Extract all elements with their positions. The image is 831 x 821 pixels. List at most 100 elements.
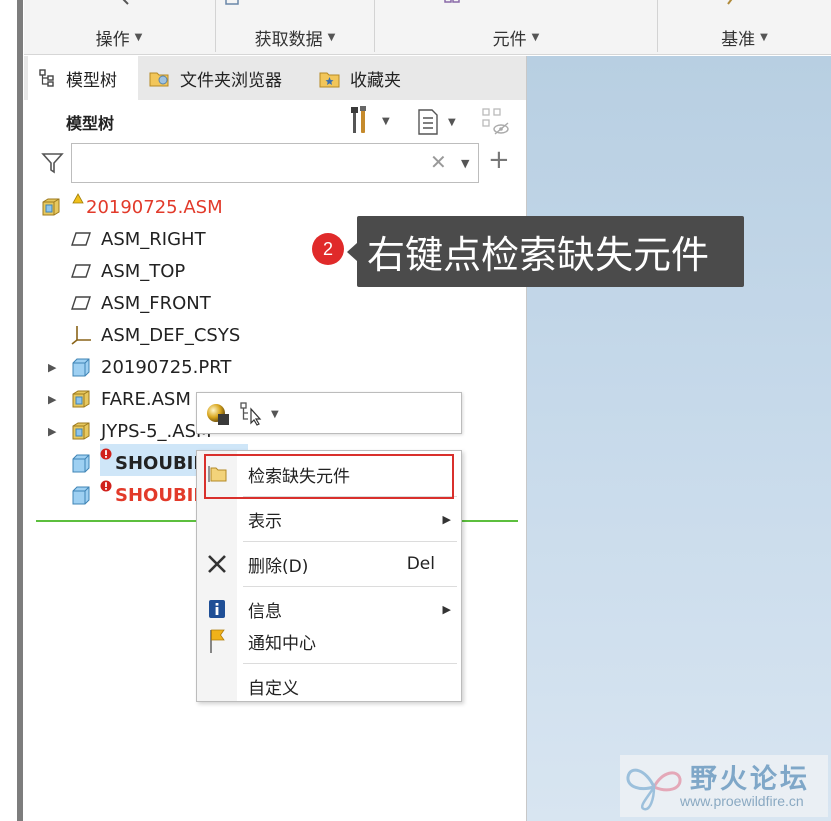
tree-item-missing-selected[interactable]: SHOUBIN	[24, 448, 208, 478]
caret-down-icon: ▼	[327, 31, 336, 43]
expand-arrow-icon[interactable]: ▶	[48, 425, 56, 438]
ribbon-group-label: 元件	[492, 29, 527, 50]
caret-down-icon: ▼	[134, 31, 143, 43]
watermark-url: www.proewildfire.cn	[680, 793, 804, 809]
filter-funnel-icon[interactable]	[40, 150, 66, 176]
ribbon-group-datum[interactable]: 基准 ▼	[658, 22, 831, 52]
menu-item-customize[interactable]: 自定义	[197, 671, 461, 701]
submenu-arrow-icon: ▶	[442, 512, 451, 526]
part-icon	[70, 357, 92, 377]
graphics-area[interactable]	[526, 56, 831, 821]
warning-triangle-icon	[72, 193, 84, 204]
ribbon-group-label: 获取数据	[254, 29, 323, 50]
tree-item-fare-assembly[interactable]: ▶ FARE.ASM	[24, 384, 204, 414]
datum-plane-icon	[70, 295, 92, 311]
tab-label: 收藏夹	[350, 70, 401, 91]
menu-item-label: 删除(D)	[248, 556, 309, 577]
submenu-arrow-icon: ▶	[442, 602, 451, 616]
appearance-sphere-icon	[207, 404, 229, 425]
tree-item-datum-right[interactable]: ASM_RIGHT	[24, 224, 324, 254]
tab-model-tree[interactable]: 模型树	[28, 56, 138, 100]
select-pointer-icon	[240, 402, 262, 426]
part-icon	[70, 485, 92, 505]
ribbon-group-component[interactable]: 元件 ▼	[375, 22, 657, 52]
caret-down-icon: ▼	[271, 408, 279, 420]
tab-label: 文件夹浏览器	[180, 70, 282, 91]
menu-item-notification-center[interactable]: 通知中心	[197, 626, 461, 656]
tree-item-missing[interactable]: SHOUBIN	[24, 480, 208, 510]
error-icon	[100, 480, 112, 492]
menu-item-shortcut: Del	[406, 554, 435, 574]
tree-hide-icon	[482, 108, 509, 135]
assembly-icon	[70, 420, 92, 442]
datum-plane-icon	[70, 263, 92, 279]
datum-plane-icon	[70, 231, 92, 247]
assembly-icon	[40, 196, 62, 218]
expand-arrow-icon[interactable]: ▶	[48, 393, 56, 406]
ribbon-group-label: 操作	[95, 29, 130, 50]
tree-item-csys[interactable]: ASM_DEF_CSYS	[24, 320, 324, 350]
appearance-button[interactable]	[205, 401, 231, 427]
ribbon-tool-icon[interactable]	[444, 0, 462, 8]
show-options-button[interactable]: ▼	[416, 108, 456, 136]
mini-toolbar: ▼	[196, 392, 462, 434]
ribbon-tool-icon[interactable]	[118, 0, 136, 8]
menu-item-label: 通知中心	[248, 633, 316, 654]
forum-watermark: 野火论坛 www.proewildfire.cn	[620, 755, 828, 817]
ribbon-group-label: 基准	[721, 29, 756, 50]
ribbon-group-get-data[interactable]: 获取数据 ▼	[216, 22, 374, 52]
tab-folder-browser[interactable]: 文件夹浏览器	[138, 56, 308, 100]
ribbon-tool-icon[interactable]	[724, 0, 742, 8]
expand-arrow-icon[interactable]: ▶	[48, 361, 56, 374]
navigator-tabs: 模型树 文件夹浏览器 收藏夹	[24, 56, 526, 100]
settings-tools-button[interactable]: ▼	[346, 104, 390, 138]
ribbon-group-operations[interactable]: 操作 ▼	[24, 22, 214, 52]
delete-x-icon	[206, 553, 228, 575]
ribbon-tool-row	[24, 0, 831, 14]
tree-item-label: ASM_TOP	[101, 260, 186, 282]
tree-item-jyps-assembly[interactable]: ▶ JYPS-5_.ASM	[24, 416, 212, 446]
caret-down-icon: ▼	[448, 116, 456, 128]
tab-label: 模型树	[66, 70, 117, 91]
info-icon	[206, 598, 228, 620]
assembly-icon	[70, 388, 92, 410]
caret-down-icon: ▼	[382, 115, 390, 127]
model-tree-search-input[interactable]	[71, 143, 479, 183]
part-icon	[70, 453, 92, 473]
clear-search-icon[interactable]: ✕	[430, 150, 447, 174]
tree-item-datum-front[interactable]: ASM_FRONT	[24, 288, 324, 318]
tree-item-label: SHOUBIN	[115, 484, 209, 506]
flag-icon	[206, 628, 228, 654]
search-options-caret-icon[interactable]: ▼	[461, 157, 469, 170]
left-edge-bar	[17, 0, 23, 821]
tree-item-label: SHOUBIN	[115, 452, 209, 474]
tree-item-label: ASM_RIGHT	[101, 228, 206, 250]
tree-visibility-button[interactable]	[480, 106, 512, 138]
tools-icon	[351, 106, 366, 133]
menu-separator	[243, 586, 457, 587]
tree-item-datum-top[interactable]: ASM_TOP	[24, 256, 324, 286]
panel-title: 模型树	[66, 114, 115, 133]
model-tree-icon	[38, 68, 58, 88]
ribbon: 操作 ▼ 获取数据 ▼ 元件 ▼ 基准 ▼	[24, 0, 831, 55]
annotation-highlight-box	[204, 454, 454, 499]
favorites-icon	[318, 67, 342, 89]
menu-item-label: 信息	[248, 601, 282, 622]
step-number-badge: 2	[312, 233, 344, 265]
left-edge	[0, 0, 24, 821]
add-filter-plus-icon[interactable]: +	[488, 147, 510, 173]
menu-item-info[interactable]: 信息 ▶	[197, 594, 461, 624]
error-icon	[100, 448, 112, 460]
menu-item-label: 自定义	[248, 678, 299, 699]
coordinate-system-icon	[70, 324, 94, 346]
menu-item-represent[interactable]: 表示 ▶	[197, 504, 461, 534]
menu-item-delete[interactable]: 删除(D) Del	[197, 549, 461, 579]
tree-item-part[interactable]: ▶ 20190725.PRT	[24, 352, 324, 382]
list-document-icon	[418, 109, 438, 135]
ribbon-tool-icon[interactable]	[224, 0, 242, 8]
tab-favorites[interactable]: 收藏夹	[308, 56, 418, 100]
tree-item-label: 20190725.ASM	[86, 196, 223, 218]
tree-item-label: ASM_FRONT	[101, 292, 211, 314]
select-tree-button[interactable]: ▼	[239, 401, 279, 427]
tree-item-label: ASM_DEF_CSYS	[101, 324, 241, 346]
